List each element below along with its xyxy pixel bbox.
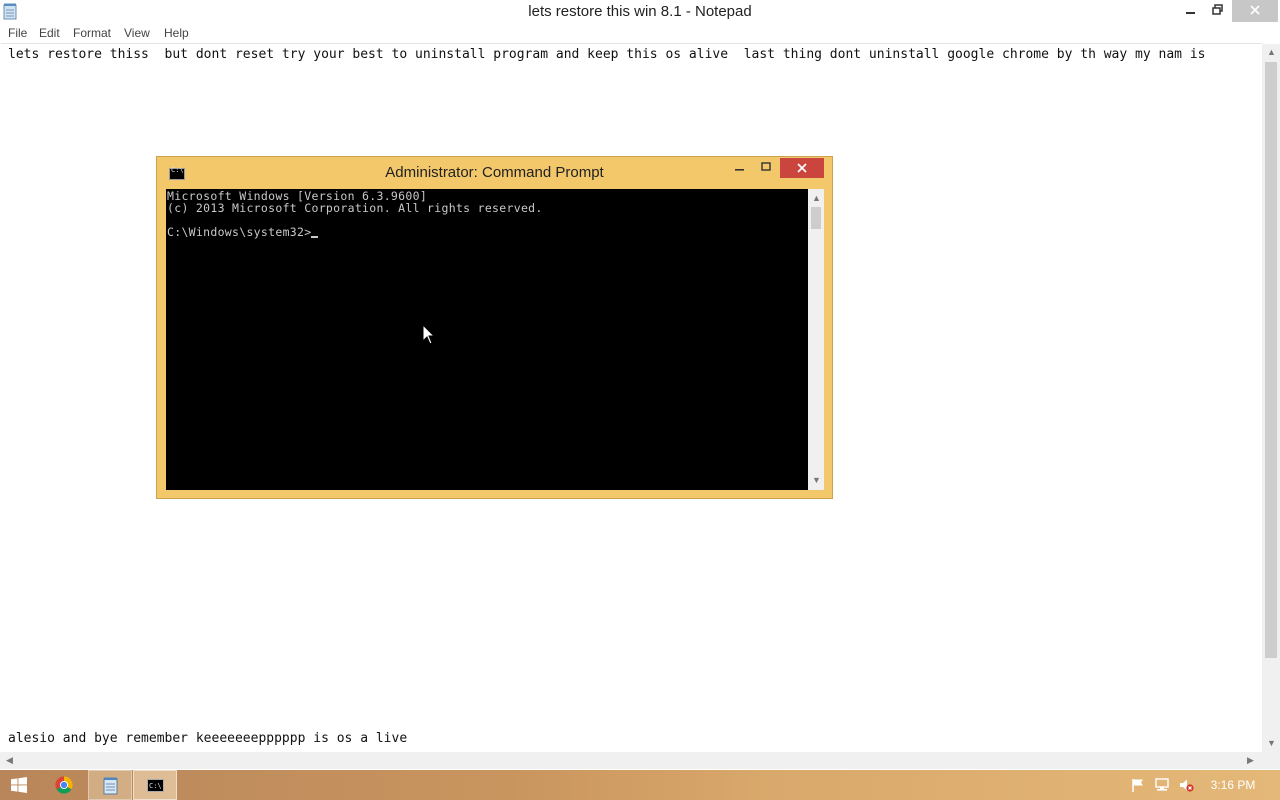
taskbar-notepad[interactable] — [88, 770, 132, 800]
minimize-icon[interactable] — [1178, 0, 1204, 22]
scroll-down-arrow-icon[interactable]: ▼ — [1267, 738, 1276, 748]
notepad-menubar: File Edit Format View Help — [0, 23, 1280, 43]
mouse-pointer-icon — [422, 324, 436, 345]
scroll-down-arrow-icon[interactable]: ▼ — [812, 475, 821, 485]
command-prompt-icon: C:\ — [147, 779, 164, 792]
menu-file[interactable]: File — [8, 26, 27, 40]
taskbar: C:\ 3:16 PM — [0, 770, 1280, 800]
action-center-flag-icon[interactable] — [1130, 777, 1146, 793]
notepad-window-title: lets restore this win 8.1 - Notepad — [528, 3, 752, 20]
menu-help[interactable]: Help — [164, 26, 189, 40]
console-prompt: C:\Windows\system32> — [167, 225, 312, 239]
scroll-left-arrow-icon[interactable]: ◀ — [6, 755, 13, 766]
notepad-icon — [103, 777, 118, 795]
console-vertical-scrollbar[interactable]: ▲ ▼ — [808, 189, 824, 490]
volume-muted-icon[interactable] — [1178, 777, 1194, 793]
notepad-vertical-scroll-thumb[interactable] — [1265, 62, 1277, 658]
console-output[interactable]: Microsoft Windows [Version 6.3.9600] (c)… — [166, 189, 808, 490]
notepad-titlebar[interactable]: lets restore this win 8.1 - Notepad — [0, 0, 1280, 23]
scroll-right-arrow-icon[interactable]: ▶ — [1247, 755, 1254, 766]
taskbar-clock[interactable]: 3:16 PM — [1208, 770, 1258, 800]
restore-icon[interactable] — [1204, 0, 1230, 22]
scrollbar-corner — [1262, 752, 1280, 769]
svg-text:C:\: C:\ — [149, 782, 162, 790]
scroll-up-arrow-icon[interactable]: ▲ — [1267, 47, 1276, 57]
menu-edit[interactable]: Edit — [39, 26, 60, 40]
chrome-icon — [55, 776, 73, 794]
console-vertical-scroll-thumb[interactable] — [811, 207, 821, 229]
taskbar-chrome[interactable] — [44, 770, 86, 800]
text-cursor — [311, 236, 319, 238]
console-prompt-line: C:\Windows\system32> — [167, 225, 319, 239]
menu-view[interactable]: View — [124, 26, 150, 40]
maximize-icon[interactable] — [753, 158, 779, 178]
close-icon[interactable] — [1232, 0, 1278, 22]
taskbar-command-prompt[interactable]: C:\ — [133, 770, 177, 800]
console-line: (c) 2013 Microsoft Corporation. All righ… — [167, 201, 543, 215]
notepad-text-line: alesio and bye remember keeeeeeepppppp i… — [8, 731, 408, 746]
scroll-up-arrow-icon[interactable]: ▲ — [812, 193, 821, 203]
command-prompt-window[interactable]: C:\ Administrator: Command Prompt Micros… — [156, 156, 833, 499]
menu-format[interactable]: Format — [73, 26, 111, 40]
notepad-horizontal-scrollbar[interactable]: ◀ ▶ — [0, 752, 1262, 769]
notepad-vertical-scrollbar[interactable]: ▲ ▼ — [1262, 44, 1280, 752]
minimize-icon[interactable] — [727, 158, 753, 178]
network-icon[interactable] — [1154, 777, 1170, 793]
notepad-text-line: lets restore thiss but dont reset try yo… — [8, 47, 1206, 62]
start-button[interactable] — [0, 770, 40, 800]
windows-start-icon — [11, 777, 27, 793]
close-icon[interactable] — [780, 158, 824, 178]
